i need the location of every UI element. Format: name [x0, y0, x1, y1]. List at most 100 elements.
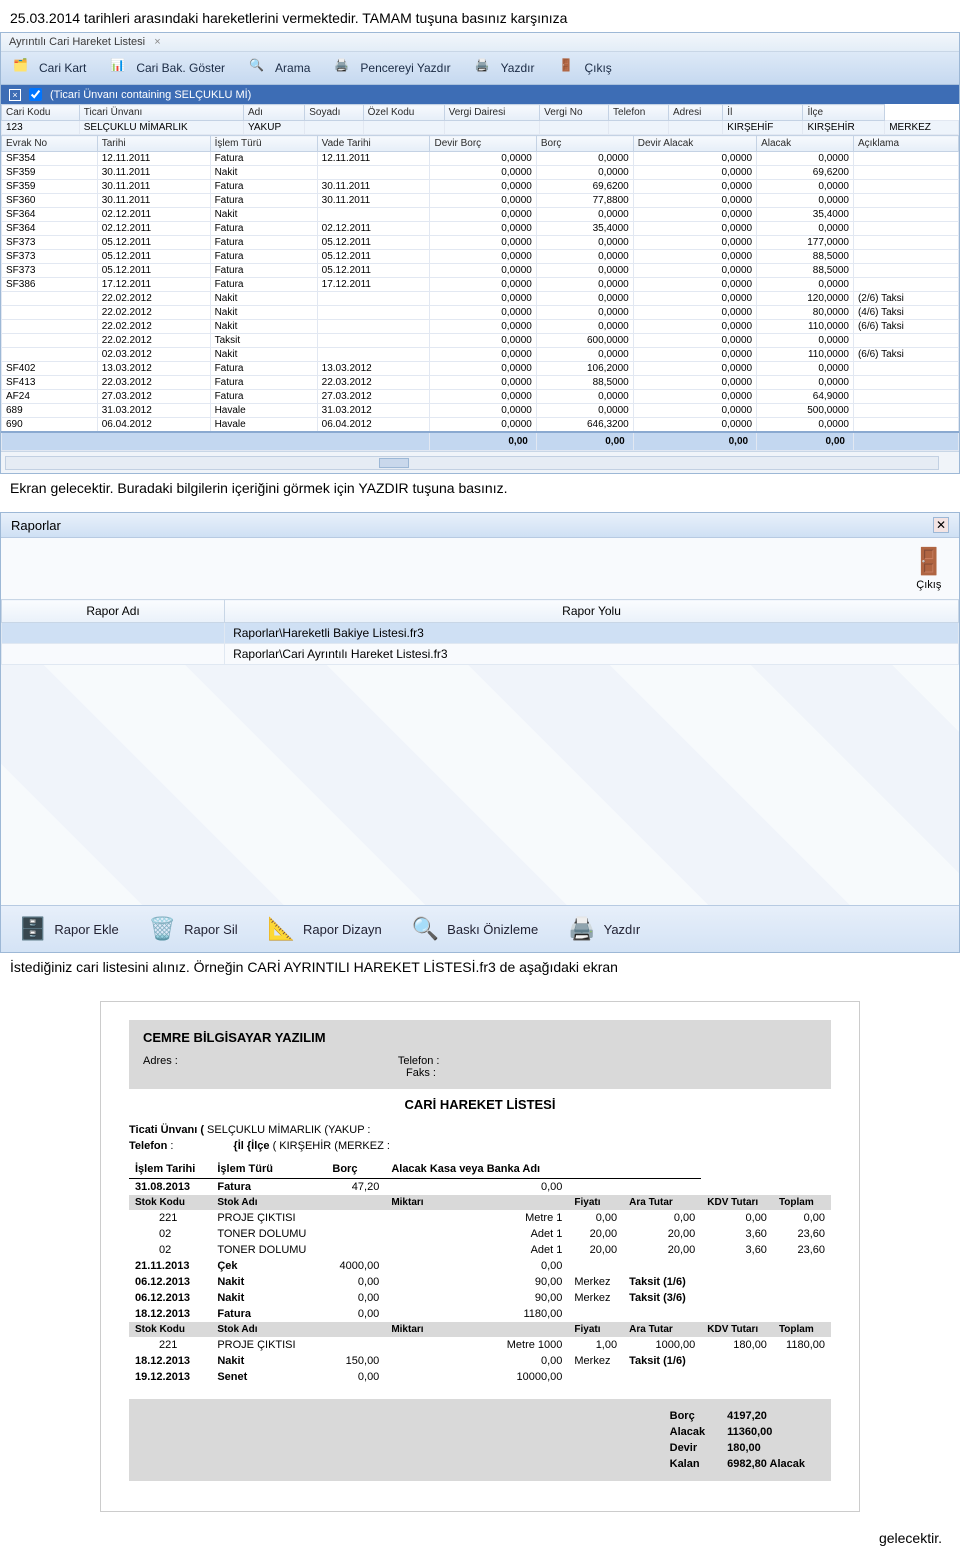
report-header-box: CEMRE BİLGİSAYAR YAZILIM Adres : Telefon… [129, 1020, 831, 1089]
cari-master-grid: Cari KoduTicari ÜnvanıAdıSoyadıÖzel Kodu… [1, 104, 959, 135]
dialog-yazdir-button[interactable]: 🖨️Yazdır [568, 916, 640, 942]
detail-row[interactable]: SF38617.12.2011Fatura17.12.20110,00000,0… [2, 278, 959, 292]
detail-cell: Fatura [210, 278, 317, 292]
rapor-ekle-button[interactable]: 🗄️Rapor Ekle [19, 916, 119, 942]
detail-cell [853, 404, 958, 418]
detail-col[interactable]: İşlem Türü [210, 136, 317, 152]
detail-cell: 12.11.2011 [97, 152, 210, 166]
detail-cell: 17.12.2011 [97, 278, 210, 292]
tot-alacak: 11360,00 [727, 1426, 772, 1438]
close-filter-icon[interactable]: × [9, 89, 21, 101]
exit-door-icon: 🚪 [913, 546, 945, 577]
rapor-row[interactable]: Raporlar\Cari Ayrıntılı Hareket Listesi.… [2, 644, 959, 665]
dialog-exit-button[interactable]: 🚪 Çıkış [913, 546, 945, 591]
detail-col[interactable]: Evrak No [2, 136, 98, 152]
detail-cell: 05.12.2011 [97, 250, 210, 264]
detail-row[interactable]: SF41322.03.2012Fatura22.03.20120,000088,… [2, 376, 959, 390]
footer-val: 0,00 [757, 432, 854, 451]
master-col[interactable]: Adresi [668, 105, 722, 121]
arama-button[interactable]: 🔍Arama [249, 58, 310, 78]
detail-cell [2, 292, 98, 306]
detail-cell: 0,0000 [633, 194, 756, 208]
detail-row[interactable]: SF37305.12.2011Fatura05.12.20110,00000,0… [2, 250, 959, 264]
dialog-close-icon[interactable]: ✕ [933, 517, 949, 533]
detail-col[interactable]: Tarihi [97, 136, 210, 152]
tot-devir: 180,00 [727, 1442, 761, 1454]
rapor-sil-button[interactable]: 🗑️Rapor Sil [149, 916, 238, 942]
detail-row[interactable]: SF35412.11.2011Fatura12.11.20110,00000,0… [2, 152, 959, 166]
baski-onizleme-button[interactable]: 🔍Baskı Önizleme [412, 916, 538, 942]
master-cell: KIRŞEHİR [803, 121, 885, 135]
detail-row[interactable]: 22.02.2012Taksit0,0000600,00000,00000,00… [2, 334, 959, 348]
detail-col[interactable]: Açıklama [853, 136, 958, 152]
h-scrollbar[interactable] [1, 451, 959, 473]
rapor-row[interactable]: Raporlar\Hareketli Bakiye Listesi.fr3 [2, 623, 959, 644]
filter-checkbox[interactable] [29, 88, 42, 101]
detail-row[interactable]: SF36402.12.2011Fatura02.12.20110,000035,… [2, 222, 959, 236]
detail-cell: 0,0000 [633, 152, 756, 166]
detail-col[interactable]: Vade Tarihi [317, 136, 430, 152]
detail-cell: 0,0000 [536, 390, 633, 404]
cari-bak-button[interactable]: 📊Cari Bak. Göster [110, 58, 225, 78]
detail-row[interactable]: SF36030.11.2011Fatura30.11.20110,000077,… [2, 194, 959, 208]
detail-row[interactable]: 68931.03.2012Havale31.03.20120,00000,000… [2, 404, 959, 418]
rapor-col-adi[interactable]: Rapor Adı [2, 600, 225, 623]
cikis-button[interactable]: 🚪Çıkış [558, 58, 611, 78]
detail-row[interactable]: 22.02.2012Nakit0,00000,00000,0000110,000… [2, 320, 959, 334]
detail-row[interactable]: 22.02.2012Nakit0,00000,00000,000080,0000… [2, 306, 959, 320]
rapor-dizayn-button[interactable]: 📐Rapor Dizayn [268, 916, 382, 942]
detail-col[interactable]: Devir Alacak [633, 136, 756, 152]
detail-cell: Fatura [210, 376, 317, 390]
master-col[interactable]: İl [723, 105, 803, 121]
scroll-thumb[interactable] [379, 458, 409, 468]
yazdir-button[interactable]: 🖨️Yazdır [475, 58, 535, 78]
detail-cell: 35,4000 [536, 222, 633, 236]
close-icon[interactable]: × [154, 36, 160, 48]
detail-row[interactable]: SF35930.11.2011Nakit0,00000,00000,000069… [2, 166, 959, 180]
master-col[interactable]: Telefon [609, 105, 669, 121]
detail-cell: 0,0000 [430, 292, 536, 306]
detail-row[interactable]: SF36402.12.2011Nakit0,00000,00000,000035… [2, 208, 959, 222]
rapor-col-yolu[interactable]: Rapor Yolu [225, 600, 959, 623]
master-col[interactable]: Ticari Ünvanı [79, 105, 243, 121]
detail-cell [317, 306, 430, 320]
detail-row[interactable]: AF2427.03.2012Fatura27.03.20120,00000,00… [2, 390, 959, 404]
detail-cell: 0,0000 [536, 152, 633, 166]
app-tab[interactable]: Ayrıntılı Cari Hareket Listesi × [1, 33, 959, 52]
master-col[interactable]: Soyadı [305, 105, 363, 121]
app-toolbar: 🗂️Cari Kart 📊Cari Bak. Göster 🔍Arama 🖨️P… [1, 52, 959, 85]
master-col[interactable]: Özel Kodu [363, 105, 444, 121]
detail-row[interactable]: SF40213.03.2012Fatura13.03.20120,0000106… [2, 362, 959, 376]
detail-col[interactable]: Alacak [757, 136, 854, 152]
master-row[interactable]: 123SELÇUKLU MİMARLIKYAKUPKIRŞEHİFKIRŞEHİ… [2, 121, 959, 135]
detail-cell: 30.11.2011 [97, 180, 210, 194]
bot-paragraph: İstediğiniz cari listesini alınız. Örneğ… [0, 953, 960, 981]
detail-row[interactable]: 02.03.2012Nakit0,00000,00000,0000110,000… [2, 348, 959, 362]
detail-row[interactable]: SF37305.12.2011Fatura05.12.20110,00000,0… [2, 236, 959, 250]
pencere-yazdir-button[interactable]: 🖨️Pencereyi Yazdır [334, 58, 450, 78]
detail-col[interactable]: Borç [536, 136, 633, 152]
detail-row[interactable]: 69006.04.2012Havale06.04.20120,0000646,3… [2, 418, 959, 433]
detail-cell: 69,6200 [757, 166, 854, 180]
master-col[interactable]: Vergi Dairesi [444, 105, 540, 121]
master-col[interactable]: İlçe [803, 105, 885, 121]
detail-row[interactable]: SF37305.12.2011Fatura05.12.20110,00000,0… [2, 264, 959, 278]
detail-row[interactable]: 22.02.2012Nakit0,00000,00000,0000120,000… [2, 292, 959, 306]
detail-cell: 30.11.2011 [317, 180, 430, 194]
detail-cell: 0,0000 [536, 264, 633, 278]
master-col[interactable]: Adı [243, 105, 304, 121]
filter-bar: × (Ticari Ünvanı containing SELÇUKLU Mİ) [1, 85, 959, 104]
detail-cell: 0,0000 [757, 278, 854, 292]
detail-cell: 0,0000 [430, 390, 536, 404]
master-cell [363, 121, 444, 135]
detail-cell: Fatura [210, 180, 317, 194]
detail-cell: 22.02.2012 [97, 292, 210, 306]
detail-col[interactable]: Devir Borç [430, 136, 536, 152]
dialog-button-bar: 🗄️Rapor Ekle 🗑️Rapor Sil 📐Rapor Dizayn 🔍… [1, 905, 959, 952]
master-col[interactable]: Cari Kodu [2, 105, 80, 121]
detail-cell [853, 334, 958, 348]
detail-row[interactable]: SF35930.11.2011Fatura30.11.20110,000069,… [2, 180, 959, 194]
master-col[interactable]: Vergi No [540, 105, 609, 121]
detail-cell: 0,0000 [757, 418, 854, 433]
cari-kart-button[interactable]: 🗂️Cari Kart [13, 58, 86, 78]
